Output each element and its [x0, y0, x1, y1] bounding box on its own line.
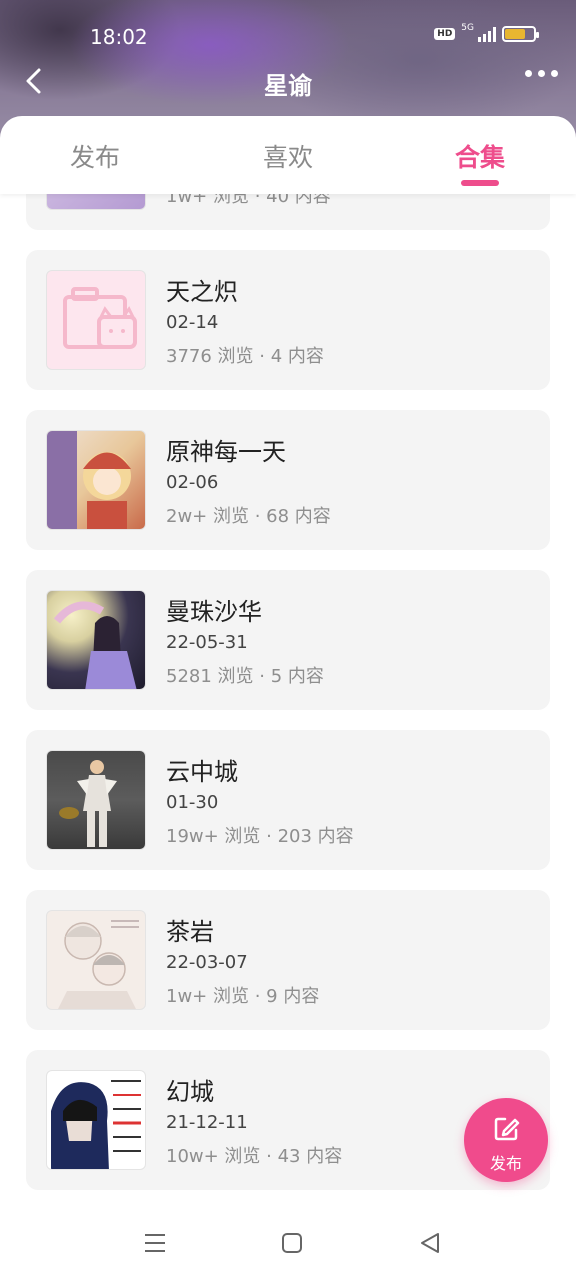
collection-thumbnail: [46, 910, 146, 1010]
collection-stats: 3776 浏览 · 4 内容: [166, 346, 324, 367]
signal-icon: [478, 26, 496, 42]
collection-card[interactable]: 天之炽 02-14 3776 浏览 · 4 内容: [26, 250, 550, 390]
collection-title: 茶岩: [166, 918, 214, 946]
collection-list: 1w+ 浏览 · 40 内容 天之炽 02-14 3776 浏览 · 4 内容: [0, 150, 576, 1200]
collection-date: 22-03-07: [166, 952, 248, 973]
cat-folder-illustration: [63, 287, 137, 349]
system-nav-bar: [0, 1205, 576, 1280]
tab-bar: 发布 喜欢 合集: [0, 116, 576, 194]
battery-icon: [502, 26, 539, 42]
fab-label: 发布: [489, 1154, 522, 1173]
collection-thumbnail: [46, 430, 146, 530]
hd-badge: HD: [434, 28, 456, 40]
anime-character-image: [47, 431, 131, 529]
collection-card[interactable]: 云中城 01-30 19w+ 浏览 · 203 内容: [26, 730, 550, 870]
active-tab-indicator: [461, 180, 499, 186]
collection-stats: 10w+ 浏览 · 43 内容: [166, 1146, 343, 1167]
character-render-image: [59, 760, 117, 847]
collection-card[interactable]: 原神每一天 02-06 2w+ 浏览 · 68 内容: [26, 410, 550, 550]
collection-card[interactable]: 茶岩 22-03-07 1w+ 浏览 · 9 内容: [26, 890, 550, 1030]
network-label: 5G: [461, 23, 474, 33]
collection-stats: 2w+ 浏览 · 68 内容: [166, 506, 331, 527]
hooded-character-image: [51, 1080, 141, 1169]
status-time: 18:02: [90, 25, 148, 49]
collection-stats: 19w+ 浏览 · 203 内容: [166, 826, 354, 847]
collection-title: 曼珠沙华: [166, 598, 262, 626]
collection-date: 22-05-31: [166, 632, 248, 653]
page-title: 星谕: [264, 72, 312, 100]
publish-fab-button[interactable]: 发布: [464, 1098, 548, 1182]
collection-date: 21-12-11: [166, 1112, 248, 1133]
nav-bar: 星谕: [0, 58, 576, 106]
home-square-icon[interactable]: [280, 1231, 304, 1255]
collection-thumbnail: [46, 1070, 146, 1170]
tab-collections[interactable]: 合集: [455, 138, 505, 174]
collection-title: 天之炽: [166, 278, 238, 306]
collection-card[interactable]: 曼珠沙华 22-05-31 5281 浏览 · 5 内容: [26, 570, 550, 710]
back-triangle-icon[interactable]: [418, 1231, 442, 1255]
collection-stats: 5281 浏览 · 5 内容: [166, 666, 324, 687]
edit-icon: [494, 1117, 520, 1141]
collection-date: 01-30: [166, 792, 219, 813]
tab-likes[interactable]: 喜欢: [263, 138, 313, 174]
collection-date: 02-06: [166, 472, 219, 493]
collection-title: 云中城: [166, 758, 238, 786]
collection-stats: 1w+ 浏览 · 9 内容: [166, 986, 320, 1007]
collection-thumbnail: [46, 750, 146, 850]
collection-title: 原神每一天: [166, 438, 286, 466]
anime-couple-image: [58, 920, 139, 1009]
status-icons: HD 5G: [434, 23, 539, 42]
collection-title: 幻城: [166, 1078, 214, 1106]
collection-thumbnail: [46, 270, 146, 370]
tab-publish[interactable]: 发布: [70, 138, 120, 174]
collection-thumbnail: [46, 590, 146, 690]
more-horizontal-icon[interactable]: [525, 70, 558, 77]
collection-date: 02-14: [166, 312, 219, 333]
menu-icon[interactable]: [143, 1231, 167, 1255]
anime-character-image: [53, 601, 137, 689]
